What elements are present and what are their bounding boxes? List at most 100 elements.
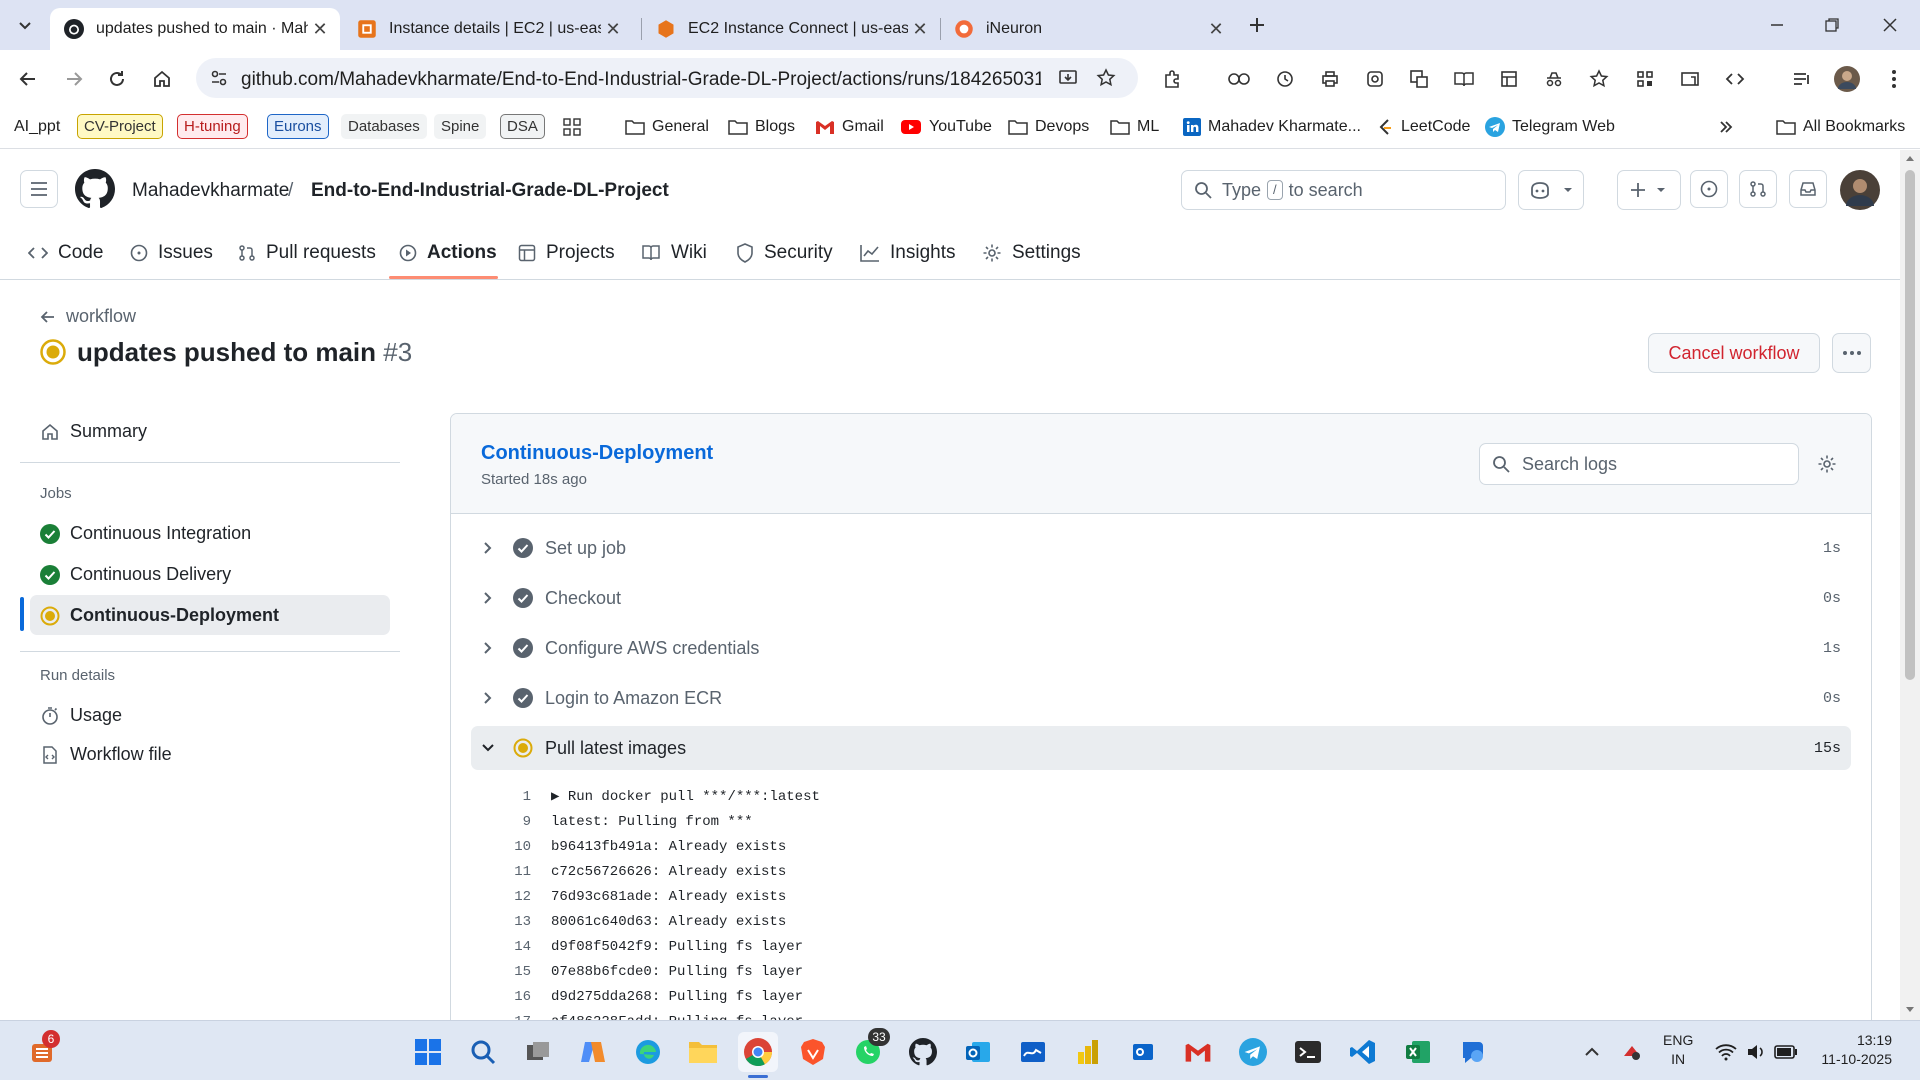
bookmark-cv-project[interactable]: CV-Project [77, 114, 163, 139]
tab-actions[interactable]: Actions [399, 238, 497, 268]
qr-code-icon[interactable] [1628, 62, 1662, 96]
brave-taskbar-button[interactable] [793, 1032, 833, 1072]
bookmark-eurons[interactable]: Eurons [267, 114, 329, 139]
line-number[interactable]: 10 [481, 839, 531, 855]
bookmark-dsa[interactable]: DSA [500, 114, 545, 139]
tab-issues[interactable]: Issues [130, 238, 213, 268]
tab-ec2-instance[interactable]: Instance details | EC2 | us-east- ✕ [343, 8, 633, 50]
history-icon[interactable] [1268, 62, 1302, 96]
usage-link[interactable]: Usage [40, 705, 122, 726]
bookmark-youtube[interactable]: YouTube [900, 113, 992, 141]
forward-button[interactable] [57, 62, 91, 96]
cancel-workflow-button[interactable]: Cancel workflow [1648, 333, 1820, 373]
line-number[interactable]: 11 [481, 864, 531, 880]
show-hidden-icons-button[interactable] [1572, 1032, 1612, 1072]
clock[interactable]: 13:19 11-10-2025 [1806, 1031, 1892, 1069]
tab-wiki[interactable]: Wiki [641, 238, 707, 268]
line-number[interactable]: 14 [481, 939, 531, 955]
tab-settings[interactable]: Settings [982, 238, 1081, 268]
line-number[interactable]: 9 [481, 814, 531, 830]
search-taskbar-button[interactable] [463, 1032, 503, 1072]
battery-button[interactable] [1766, 1032, 1806, 1072]
outlook-taskbar-button[interactable] [958, 1032, 998, 1072]
tab-github-run[interactable]: updates pushed to main · Maha ✕ [50, 8, 340, 50]
tab-ineuron[interactable]: iNeuron ✕ [940, 8, 1236, 50]
issues-button[interactable] [1690, 170, 1728, 208]
more-options-button[interactable] [1832, 333, 1871, 373]
line-text[interactable]: ▶ Run docker pull ***/***:latest [551, 788, 820, 805]
search-logs-input[interactable]: Search logs [1479, 443, 1799, 485]
repo-name-link[interactable]: End-to-End-Industrial-Grade-DL-Project [311, 180, 669, 202]
github-logo-icon[interactable] [75, 169, 115, 209]
step-pull-latest-images[interactable]: Pull latest images 15s [471, 726, 1851, 770]
all-bookmarks[interactable]: All Bookmarks [1776, 113, 1905, 141]
line-number[interactable]: 12 [481, 889, 531, 905]
bookmark-folder-devops[interactable]: Devops [1008, 113, 1089, 141]
scroll-down-icon[interactable] [1905, 1006, 1915, 1014]
bookmark-folder-general[interactable]: General [625, 113, 709, 141]
github-desktop-button[interactable] [903, 1032, 943, 1072]
github-search-input[interactable]: Type / to search [1181, 170, 1506, 210]
tab-security[interactable]: Security [736, 238, 833, 268]
quick-assist-taskbar-button[interactable] [1453, 1032, 1493, 1072]
line-number[interactable]: 15 [481, 964, 531, 980]
terminal-taskbar-button[interactable] [1288, 1032, 1328, 1072]
media-controls-icon[interactable] [1785, 62, 1819, 96]
edge-taskbar-button[interactable] [628, 1032, 668, 1072]
job-continuous-deployment[interactable]: Continuous-Deployment [40, 605, 279, 626]
profile-avatar-icon[interactable] [1830, 62, 1864, 96]
minimize-button[interactable] [1760, 8, 1794, 42]
bookmark-ai-ppt[interactable]: AI_ppt [14, 113, 60, 141]
address-bar[interactable]: github.com/Mahadevkharmate/End-to-End-In… [196, 58, 1138, 98]
step-configure-aws-credentials[interactable]: Configure AWS credentials 1s [471, 626, 1851, 670]
copilot-taskbar-button[interactable] [573, 1032, 613, 1072]
menu-kebab-icon[interactable] [1877, 62, 1911, 96]
taskbar-app-widget[interactable]: 6 [22, 1030, 62, 1072]
line-number[interactable]: 13 [481, 914, 531, 930]
reload-button[interactable] [100, 62, 134, 96]
excel-taskbar-button[interactable] [1398, 1032, 1438, 1072]
file-explorer-button[interactable] [683, 1032, 723, 1072]
close-icon[interactable]: ✕ [601, 19, 625, 40]
scroll-thumb[interactable] [1905, 170, 1915, 680]
bookmark-spine[interactable]: Spine [434, 114, 487, 139]
bookmark-star-icon[interactable] [1096, 68, 1116, 88]
close-icon[interactable]: ✕ [908, 19, 932, 40]
tab-search-button[interactable] [8, 8, 42, 42]
step-checkout[interactable]: Checkout 0s [471, 576, 1851, 620]
tray-app-button[interactable] [1612, 1032, 1652, 1072]
bookmark-databases[interactable]: Databases [341, 114, 427, 139]
job-title[interactable]: Continuous-Deployment [481, 442, 713, 465]
apps-grid-icon[interactable] [563, 113, 588, 141]
scroll-up-icon[interactable] [1905, 154, 1915, 162]
outlook-new-taskbar-button[interactable] [1123, 1032, 1163, 1072]
user-avatar[interactable] [1840, 170, 1880, 210]
job-continuous-delivery[interactable]: Continuous Delivery [40, 564, 231, 585]
favorites-icon[interactable] [1582, 62, 1616, 96]
table-icon[interactable] [1492, 62, 1526, 96]
line-number[interactable]: 1 [481, 789, 531, 805]
tab-code[interactable]: Code [28, 238, 103, 268]
extensions-icon[interactable] [1155, 62, 1189, 96]
create-new-button[interactable] [1617, 170, 1681, 210]
vscode-taskbar-button[interactable] [1343, 1032, 1383, 1072]
summary-link[interactable]: Summary [40, 421, 147, 442]
reader-mode-icon[interactable] [1447, 62, 1481, 96]
bookmark-gmail[interactable]: Gmail [815, 113, 884, 141]
step-login-to-amazon-ecr[interactable]: Login to Amazon ECR 0s [471, 676, 1851, 720]
tab-projects[interactable]: Projects [518, 238, 615, 268]
translate-icon[interactable] [1402, 62, 1436, 96]
close-icon[interactable]: ✕ [308, 19, 332, 40]
restore-button[interactable] [1815, 8, 1849, 42]
bookmark-h-tuning[interactable]: H-tuning [177, 114, 248, 139]
bookmark-folder-ml[interactable]: ML [1110, 113, 1159, 141]
pull-requests-button[interactable] [1739, 170, 1777, 208]
bookmark-linkedin[interactable]: Mahadev Kharmate... [1183, 113, 1361, 141]
new-tab-button[interactable] [1240, 8, 1274, 42]
back-to-workflow-link[interactable]: workflow [40, 306, 136, 327]
task-view-button[interactable] [518, 1032, 558, 1072]
lens-icon[interactable] [1358, 62, 1392, 96]
print-icon[interactable] [1313, 62, 1347, 96]
gear-icon[interactable] [1817, 454, 1837, 474]
whiteboard-taskbar-button[interactable] [1013, 1032, 1053, 1072]
